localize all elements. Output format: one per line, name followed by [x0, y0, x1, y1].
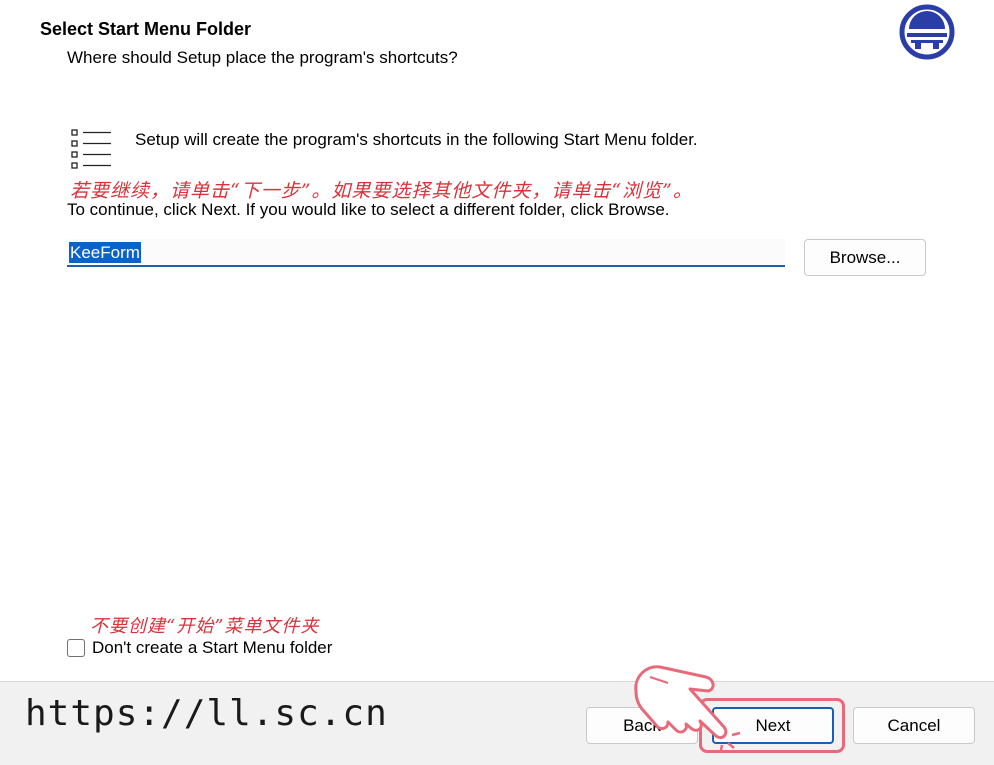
installer-logo-icon [899, 4, 955, 60]
annotation-continue-cn: 若要继续，请单击“下一步”。如果要选择其他文件夹，请单击“浏览”。 [70, 180, 693, 202]
cancel-button[interactable]: Cancel [853, 707, 975, 744]
no-start-menu-checkbox-row[interactable]: Don't create a Start Menu folder [67, 638, 332, 658]
annotation-checkbox-cn: 不要创建“开始”菜单文件夹 [90, 616, 320, 637]
checkbox-label: Don't create a Start Menu folder [92, 638, 333, 657]
start-menu-folder-input[interactable]: KeeForm [67, 239, 785, 267]
checkbox[interactable] [67, 639, 85, 657]
folder-input-value: KeeForm [69, 242, 141, 263]
page-subtitle: Where should Setup place the program's s… [67, 48, 458, 67]
intro-text: Setup will create the program's shortcut… [135, 130, 698, 149]
list-icon [71, 129, 111, 169]
watermark: https://ll.sc.cn [25, 693, 388, 734]
browse-button[interactable]: Browse... [804, 239, 926, 276]
pointing-hand-icon [634, 665, 741, 750]
page-title: Select Start Menu Folder [40, 19, 252, 39]
continue-text: To continue, click Next. If you would li… [67, 200, 670, 219]
